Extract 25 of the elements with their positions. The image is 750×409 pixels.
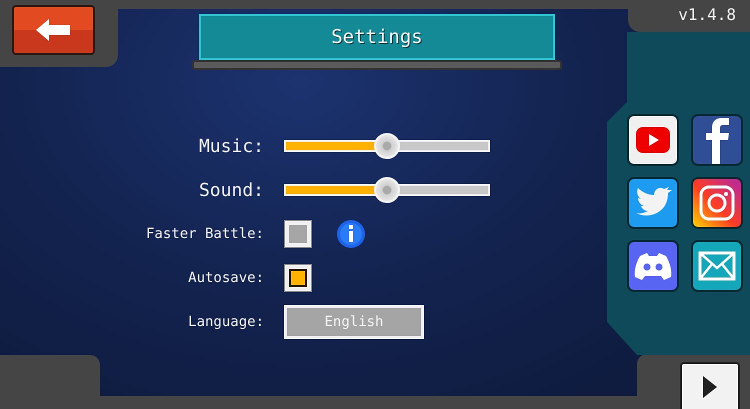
camera-icon[interactable]	[691, 177, 743, 229]
language-dropdown[interactable]: English	[284, 305, 424, 339]
letter-f-icon[interactable]	[691, 114, 743, 166]
arrow-left-icon	[36, 19, 72, 41]
setting-label: Autosave:	[187, 270, 264, 286]
play-button-icon[interactable]	[627, 114, 679, 166]
back-button[interactable]	[12, 5, 95, 55]
checkbox[interactable]	[284, 264, 312, 292]
play-icon	[703, 376, 717, 398]
setting-label: Faster Battle:	[144, 226, 264, 242]
volume-slider[interactable]	[284, 133, 490, 159]
setting-label: Music:	[198, 136, 264, 156]
slider-thumb[interactable]	[374, 177, 400, 203]
checkbox[interactable]	[284, 220, 312, 248]
next-button[interactable]	[680, 362, 740, 409]
version-label: v1.4.8	[678, 5, 737, 24]
info-icon[interactable]	[336, 219, 366, 249]
screen-title: Settings	[331, 26, 423, 48]
envelope-icon[interactable]	[691, 240, 743, 292]
setting-label: Language:	[187, 314, 264, 330]
gamepad-face-icon[interactable]	[627, 240, 679, 292]
volume-slider[interactable]	[284, 177, 490, 203]
slider-thumb[interactable]	[374, 133, 400, 159]
bird-icon[interactable]	[627, 177, 679, 229]
setting-label: Sound:	[198, 180, 264, 200]
